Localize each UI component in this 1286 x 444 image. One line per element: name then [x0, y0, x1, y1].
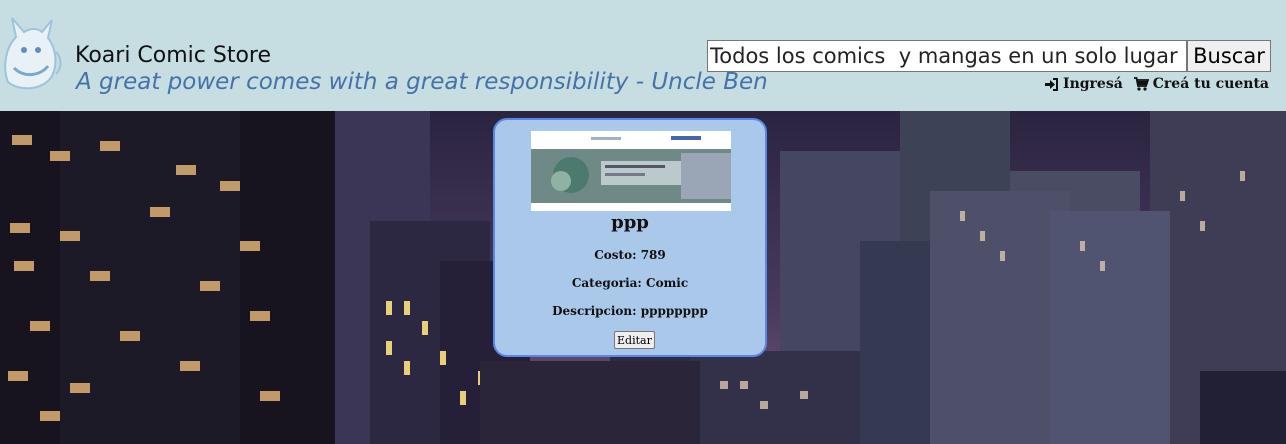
edit-button[interactable]: Editar — [614, 331, 655, 349]
register-link[interactable]: Creá tu cuenta — [1133, 76, 1269, 92]
account-links: Ingresá Creá tu cuenta — [1044, 76, 1269, 92]
product-card: ppp Costo: 789 Categoria: Comic Descripc… — [493, 118, 767, 357]
sign-in-icon — [1045, 77, 1059, 91]
site-header: Koari Comic Store A great power comes wi… — [0, 0, 1286, 111]
login-label: Ingresá — [1063, 76, 1123, 92]
logo-icon[interactable] — [0, 12, 64, 96]
search-input[interactable] — [707, 40, 1187, 72]
cart-icon — [1133, 77, 1149, 91]
search-bar: Buscar — [707, 40, 1271, 72]
site-title[interactable]: Koari Comic Store — [75, 43, 271, 68]
product-name: ppp — [611, 212, 649, 233]
register-label: Creá tu cuenta — [1152, 76, 1269, 92]
product-image[interactable] — [531, 131, 731, 211]
site-quote: A great power comes with a great respons… — [76, 69, 768, 95]
search-button[interactable]: Buscar — [1187, 40, 1271, 72]
product-category: Categoria: Comic — [571, 276, 689, 290]
login-link[interactable]: Ingresá — [1044, 76, 1123, 92]
product-cost: Costo: 789 — [594, 248, 666, 262]
product-description: Descripcion: pppppppp — [552, 304, 708, 318]
